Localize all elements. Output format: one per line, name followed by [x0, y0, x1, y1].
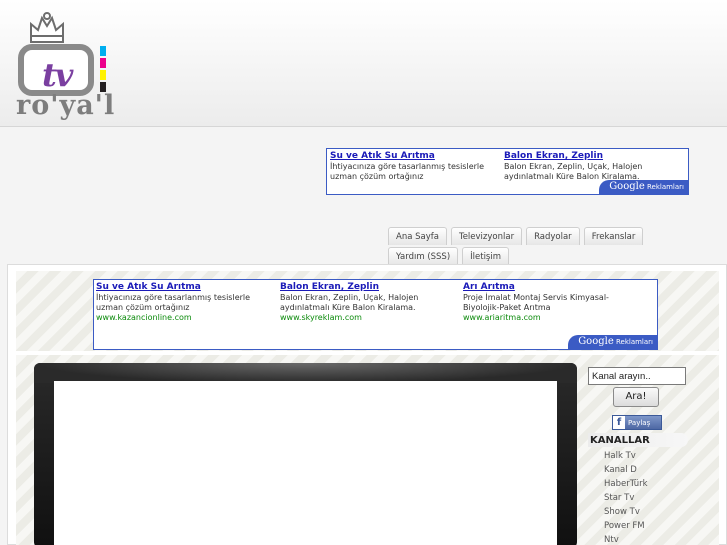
sidebar: Ara! fPaylaş KANALLAR Halk Tv Kanal D Ha… [586, 365, 716, 545]
channel-item[interactable]: Star Tv [604, 491, 648, 505]
channel-item[interactable]: HaberTürk [604, 477, 648, 491]
logo-royal-text: ro'ya'l [16, 90, 116, 121]
channel-item[interactable]: Ntv [604, 533, 648, 545]
crown-icon [30, 12, 64, 43]
ad-text: Balon Ekran, Zeplin, Uçak, Halojen aydın… [504, 162, 643, 181]
site-logo[interactable]: tv ro'ya'l [14, 12, 114, 122]
nav-tab-radio[interactable]: Radyolar [526, 227, 580, 245]
ad-title[interactable]: Su ve Atık Su Arıtma [96, 282, 276, 292]
nav-tab-contact[interactable]: İletişim [462, 247, 510, 265]
nav-tab-help[interactable]: Yardım (SSS) [388, 247, 459, 265]
tv-player-frame [34, 363, 577, 545]
ad-url[interactable]: www.skyreklam.com [280, 313, 458, 323]
channel-item[interactable]: Power FM [604, 519, 648, 533]
ad-url[interactable]: www.kazancionline.com [96, 313, 276, 323]
google-ads-badge[interactable]: Google Reklamları [599, 180, 688, 194]
nav-tab-frequencies[interactable]: Frekanslar [583, 227, 644, 245]
ad-title[interactable]: Balon Ekran, Zeplin [504, 151, 684, 161]
top-ad-item[interactable]: Su ve Atık Su Arıtma İhtiyacınıza göre t… [330, 151, 500, 182]
top-ad-item[interactable]: Balon Ekran, Zeplin Balon Ekran, Zeplin,… [504, 151, 684, 182]
channel-item[interactable]: Halk Tv [604, 449, 648, 463]
cmyk-strip [100, 46, 106, 94]
video-player-screen[interactable] [54, 381, 557, 545]
google-ads-badge[interactable]: Google Reklamları [568, 335, 657, 349]
share-label: Paylaş [628, 419, 651, 427]
mid-ad-item[interactable]: Su ve Atık Su Arıtma İhtiyacınıza göre t… [96, 282, 276, 323]
mid-ad-item[interactable]: Arı Arıtma Proje İmalat Montaj Servis Ki… [463, 282, 643, 323]
ad-url[interactable]: www.ariaritma.com [463, 313, 643, 323]
ad-text: Proje İmalat Montaj Servis Kimyasal-Biyo… [463, 293, 609, 312]
logo-tv-text: tv [42, 56, 73, 94]
ad-text: Balon Ekran, Zeplin, Uçak, Halojen aydın… [280, 293, 419, 312]
main-nav: Ana Sayfa Televizyonlar Radyolar Frekans… [388, 227, 678, 267]
tv-frame-glare [34, 363, 577, 383]
facebook-share-button[interactable]: f Paylaş [612, 415, 662, 430]
channels-title: KANALLAR [590, 435, 650, 446]
ad-title[interactable]: Arı Arıtma [463, 282, 643, 292]
mid-ad-banner[interactable]: Su ve Atık Su Arıtma İhtiyacınıza göre t… [93, 279, 658, 350]
channel-list: Halk Tv Kanal D HaberTürk Star Tv Show T… [604, 449, 648, 545]
ad-text: İhtiyacınıza göre tasarlanmış tesislerle… [330, 162, 485, 181]
ad-title[interactable]: Su ve Atık Su Arıtma [330, 151, 500, 161]
nav-tab-tv[interactable]: Televizyonlar [450, 227, 523, 245]
top-ad-banner[interactable]: Su ve Atık Su Arıtma İhtiyacınıza göre t… [326, 148, 689, 195]
ads-label: Reklamları [646, 183, 684, 191]
ads-label: Reklamları [615, 338, 653, 346]
google-logo: Google [609, 181, 645, 192]
mid-ad-item[interactable]: Balon Ekran, Zeplin Balon Ekran, Zeplin,… [280, 282, 458, 323]
search-button[interactable]: Ara! [613, 387, 659, 407]
main-panel: Su ve Atık Su Arıtma İhtiyacınıza göre t… [7, 264, 727, 545]
nav-tab-home[interactable]: Ana Sayfa [388, 227, 447, 245]
facebook-icon: f [613, 416, 625, 429]
ad-strip-background: Su ve Atık Su Arıtma İhtiyacınıza göre t… [16, 271, 719, 351]
channel-item[interactable]: Show Tv [604, 505, 648, 519]
ad-title[interactable]: Balon Ekran, Zeplin [280, 282, 458, 292]
ad-text: İhtiyacınıza göre tasarlanmış tesislerle… [96, 293, 251, 312]
google-logo: Google [578, 336, 614, 347]
channel-search-input[interactable] [588, 367, 686, 385]
channel-item[interactable]: Kanal D [604, 463, 648, 477]
